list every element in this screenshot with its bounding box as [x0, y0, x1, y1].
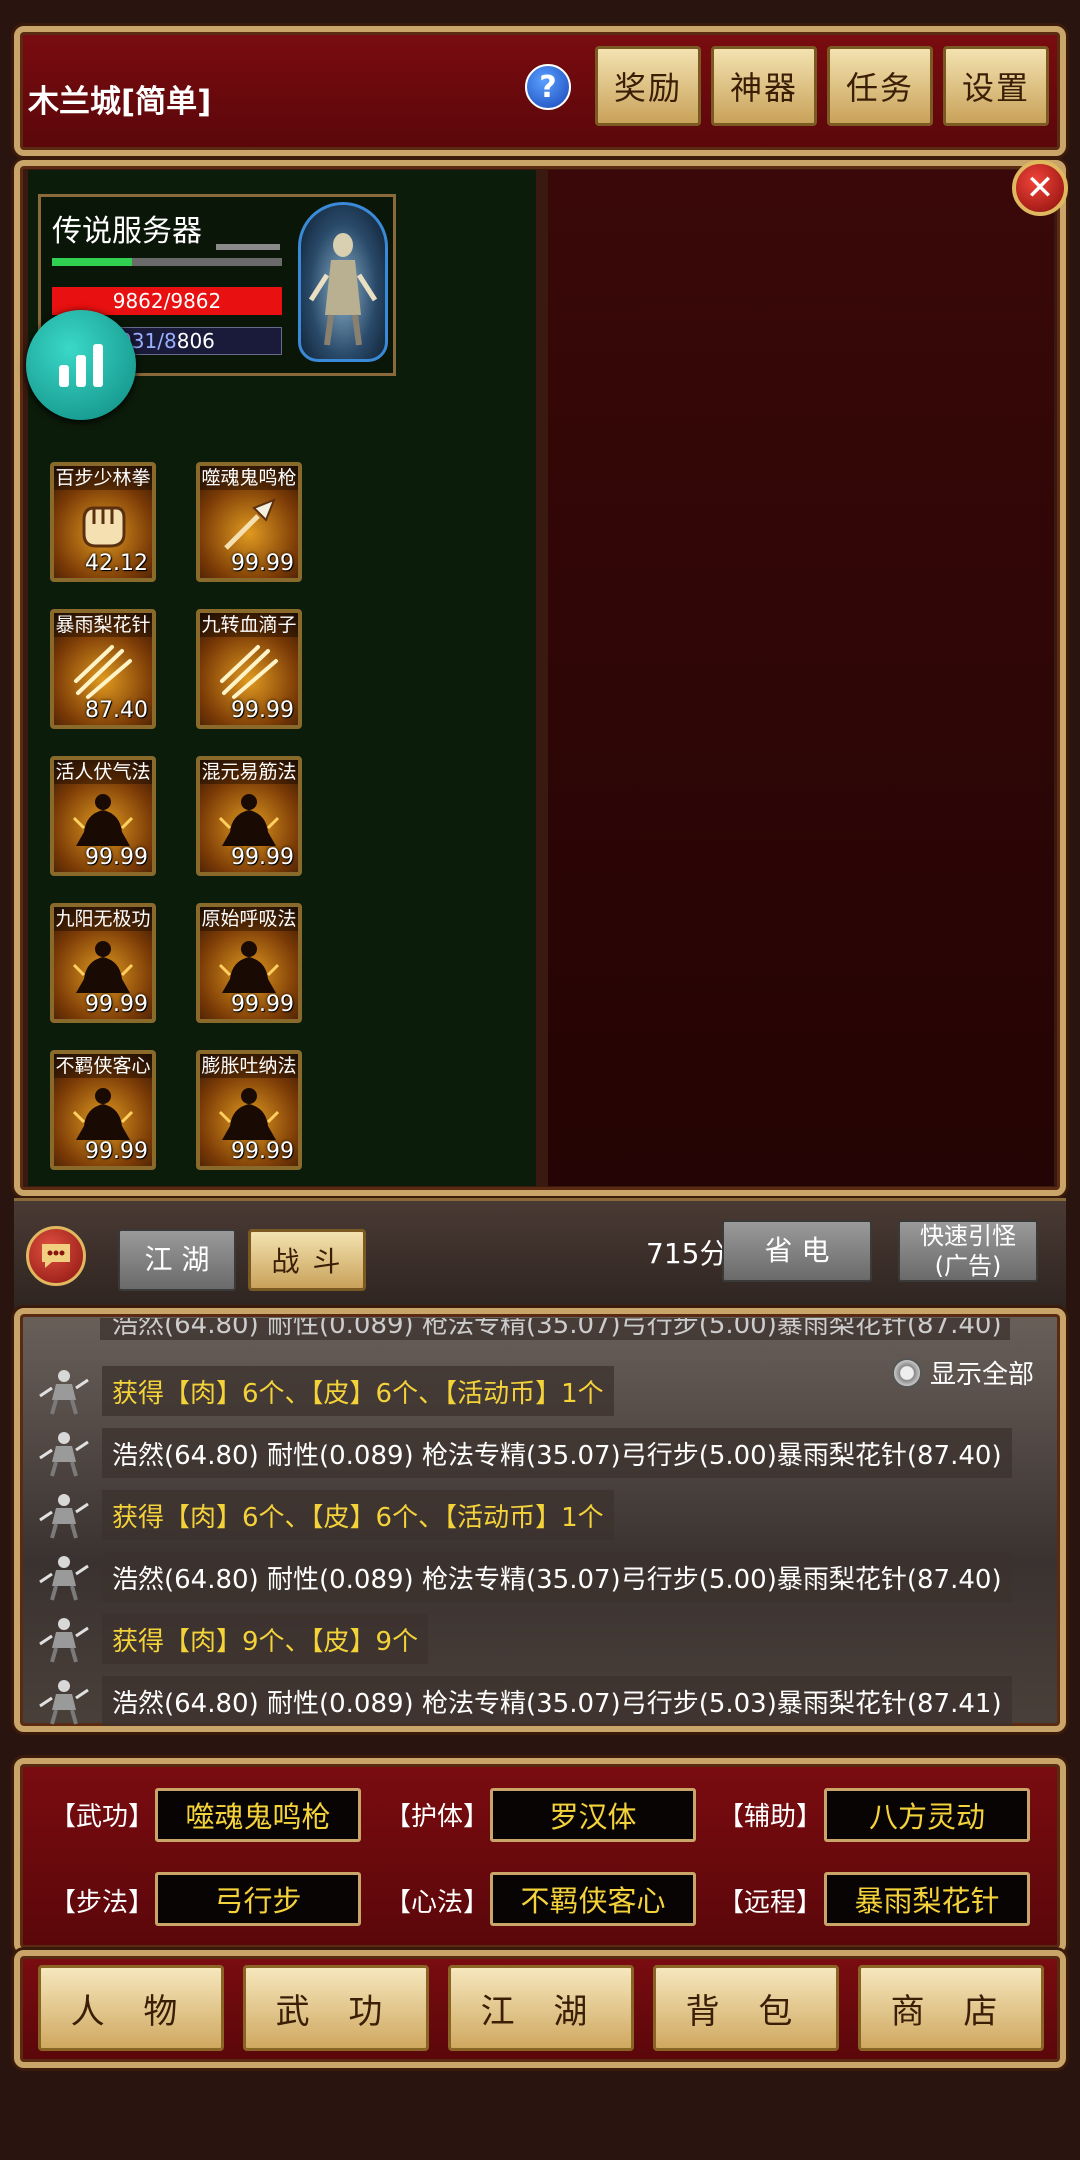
tab-jianghu[interactable]: 江 湖: [118, 1229, 236, 1291]
nav-shop[interactable]: 商 店: [858, 1965, 1044, 2051]
log-message: 获得【肉】6个、【皮】6个、【活动币】1个: [102, 1490, 614, 1540]
log-message: 获得【肉】9个、【皮】9个: [102, 1614, 429, 1664]
fighter-icon: [39, 1618, 89, 1663]
yuancheng-label: 【远程】: [718, 1888, 823, 1918]
huti-slot[interactable]: 罗汉体: [490, 1788, 696, 1842]
nav-backpack[interactable]: 背 包: [653, 1965, 839, 2051]
wugong-label: 【武功】: [50, 1802, 155, 1832]
wugong-slot[interactable]: 噬魂鬼鸣枪: [155, 1788, 361, 1842]
xinfa-slot[interactable]: 不羁侠客心: [490, 1872, 696, 1926]
skill-name: 不羁侠客心: [54, 1054, 152, 1078]
artifact-button[interactable]: 神器: [711, 46, 817, 126]
skill-name: 活人伏气法: [54, 760, 152, 784]
skill-name: 膨胀吐纳法: [200, 1054, 298, 1078]
log-entry: 获得【肉】9个、【皮】9个: [38, 1612, 429, 1666]
fuzhu-label: 【辅助】: [718, 1802, 823, 1832]
chat-icon[interactable]: [26, 1226, 86, 1286]
skill-level: 99.99: [231, 992, 294, 1017]
tab-battle[interactable]: 战 斗: [248, 1229, 366, 1291]
log-entry: 获得【肉】6个、【皮】6个、【活动币】1个: [38, 1364, 614, 1418]
reward-button[interactable]: 奖励: [595, 46, 701, 126]
quick-lure-label: 快速引怪: [920, 1222, 1016, 1250]
nav-character[interactable]: 人 物: [38, 1965, 224, 2051]
log-message: 浩然(64.80) 耐性(0.089) 枪法专精(35.07)弓行步(5.00)…: [102, 1428, 1012, 1478]
quick-lure-button[interactable]: 快速引怪 (广告): [898, 1220, 1038, 1282]
mp-value-rest: 806: [176, 329, 215, 353]
skill-slot[interactable]: 膨胀吐纳法 99.99: [196, 1050, 302, 1170]
close-icon[interactable]: ✕: [1012, 160, 1068, 216]
settings-button[interactable]: 设置: [943, 46, 1049, 126]
server-name: 传说服务器: [52, 214, 202, 249]
fighter-icon: [39, 1370, 89, 1415]
skill-slot[interactable]: 不羁侠客心 99.99: [50, 1050, 156, 1170]
help-icon[interactable]: ?: [525, 64, 571, 110]
log-entry: 浩然(64.80) 耐性(0.089) 枪法专精(35.07)弓行步(5.00)…: [38, 1550, 1012, 1604]
skill-slot[interactable]: 噬魂鬼鸣枪 99.99: [196, 462, 302, 582]
bar-chart-icon: [59, 344, 103, 387]
show-all-toggle[interactable]: 显示全部: [892, 1354, 1034, 1391]
log-message: 浩然(64.80) 耐性(0.089) 枪法专精(35.07)弓行步(5.03)…: [102, 1676, 1012, 1726]
skill-level: 99.99: [85, 992, 148, 1017]
fighter-icon: [39, 1432, 89, 1477]
warrior-icon: [308, 233, 378, 346]
yuancheng-slot[interactable]: 暴雨梨花针: [824, 1872, 1030, 1926]
skill-slot[interactable]: 混元易筋法 99.99: [196, 756, 302, 876]
skill-level: 99.99: [231, 551, 294, 576]
xinfa-label: 【心法】: [385, 1888, 490, 1918]
fighter-icon: [39, 1494, 89, 1539]
fighter-icon: [39, 1680, 89, 1725]
right-panel: [548, 170, 1054, 1186]
skill-name: 九转血滴子: [200, 613, 298, 637]
character-portrait[interactable]: [298, 202, 388, 362]
log-entry: 浩然(64.80) 耐性(0.089) 枪法专精(35.07)弓行步(5.00)…: [38, 1426, 1012, 1480]
stats-float-button[interactable]: [26, 310, 136, 420]
score-label: 715分: [646, 1237, 728, 1270]
skill-slot[interactable]: 暴雨梨花针 87.40: [50, 609, 156, 729]
skill-name: 混元易筋法: [200, 760, 298, 784]
skill-slot[interactable]: 九转血滴子 99.99: [196, 609, 302, 729]
log-entry: 获得【肉】6个、【皮】6个、【活动币】1个: [38, 1488, 614, 1542]
bufa-label: 【步法】: [50, 1888, 155, 1918]
skill-name: 百步少林拳: [54, 466, 152, 490]
skill-level: 99.99: [231, 845, 294, 870]
skill-level: 87.40: [85, 698, 148, 723]
power-save-button[interactable]: 省 电: [722, 1220, 872, 1282]
quick-lure-sub: (广告): [934, 1252, 1002, 1280]
skill-level: 99.99: [231, 1139, 294, 1164]
skill-slot[interactable]: 百步少林拳 42.12: [50, 462, 156, 582]
skill-name: 九阳无极功: [54, 907, 152, 931]
huti-label: 【护体】: [385, 1802, 490, 1832]
exp-bar: [52, 258, 282, 266]
log-message: 浩然(64.80) 耐性(0.089) 枪法专精(35.07)弓行步(5.00)…: [102, 1552, 1012, 1602]
skill-level: 42.12: [85, 551, 148, 576]
fighter-icon: [39, 1556, 89, 1601]
log-entry: 浩然(64.80) 耐性(0.089) 枪法专精(35.07)弓行步(5.03)…: [38, 1674, 1012, 1728]
nav-jianghu[interactable]: 江 湖: [448, 1965, 634, 2051]
exp-bar-secondary: [216, 244, 280, 250]
radio-icon: [892, 1357, 922, 1388]
nav-martial-arts[interactable]: 武 功: [243, 1965, 429, 2051]
show-all-label: 显示全部: [930, 1360, 1035, 1390]
bufa-slot[interactable]: 弓行步: [155, 1872, 361, 1926]
location-title: 木兰城[简单]: [28, 84, 212, 120]
skill-slot[interactable]: 原始呼吸法 99.99: [196, 903, 302, 1023]
log-cut-row: 浩然(64.80) 耐性(0.089) 枪法专精(35.07)弓行步(5.00)…: [100, 1318, 1010, 1340]
skill-level: 99.99: [85, 1139, 148, 1164]
skill-name: 暴雨梨花针: [54, 613, 152, 637]
skill-level: 99.99: [231, 698, 294, 723]
skill-level: 99.99: [85, 845, 148, 870]
fuzhu-slot[interactable]: 八方灵动: [824, 1788, 1030, 1842]
skill-name: 原始呼吸法: [200, 907, 298, 931]
log-message: 获得【肉】6个、【皮】6个、【活动币】1个: [102, 1366, 614, 1416]
skill-slot[interactable]: 九阳无极功 99.99: [50, 903, 156, 1023]
skill-name: 噬魂鬼鸣枪: [200, 466, 298, 490]
skill-slot[interactable]: 活人伏气法 99.99: [50, 756, 156, 876]
quest-button[interactable]: 任务: [827, 46, 933, 126]
